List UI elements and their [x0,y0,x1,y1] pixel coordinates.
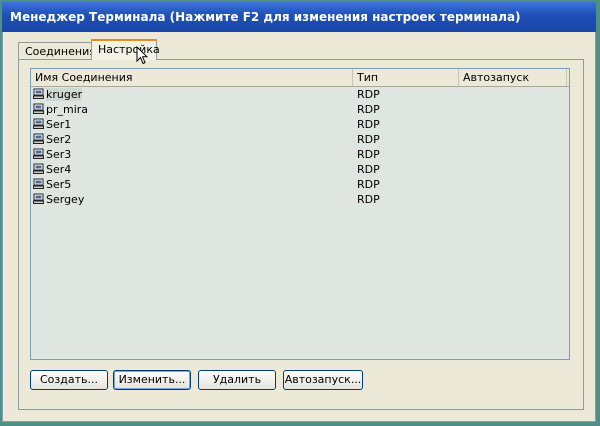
connection-name: kruger [46,88,83,101]
connection-type: RDP [357,88,380,101]
connection-type: RDP [357,118,380,131]
connection-type: RDP [357,163,380,176]
connection-list[interactable]: Имя Соединения Тип Автозапуск kruger RDP… [30,68,570,360]
cursor-icon [136,46,148,65]
connection-name: Sergey [46,193,85,206]
computer-icon [33,88,44,99]
connection-type: RDP [357,133,380,146]
connection-type: RDP [357,193,380,206]
list-item[interactable]: Ser1 RDP [31,117,569,132]
column-header-autostart[interactable]: Автозапуск [459,69,567,86]
connection-name: Ser5 [46,178,72,191]
connection-name: Ser4 [46,163,72,176]
computer-icon [33,118,44,129]
tab-connections[interactable]: Соединения [18,42,96,59]
create-button[interactable]: Создать... [30,370,108,390]
computer-icon [33,163,44,174]
connection-name: pr_mira [46,103,89,116]
list-item[interactable]: Ser3 RDP [31,147,569,162]
computer-icon [33,148,44,159]
list-header: Имя Соединения Тип Автозапуск [31,69,569,87]
connection-name: Ser2 [46,133,72,146]
computer-icon [33,193,44,204]
column-header-name[interactable]: Имя Соединения [31,69,353,86]
autostart-button[interactable]: Автозапуск... [283,370,363,390]
connection-name: Ser3 [46,148,72,161]
connection-type: RDP [357,148,380,161]
connection-type: RDP [357,103,380,116]
connection-name: Ser1 [46,118,72,131]
computer-icon [33,133,44,144]
computer-icon [33,103,44,114]
connection-type: RDP [357,178,380,191]
list-item[interactable]: kruger RDP [31,87,569,102]
list-item[interactable]: pr_mira RDP [31,102,569,117]
list-item[interactable]: Ser5 RDP [31,177,569,192]
delete-button[interactable]: Удалить [198,370,276,390]
list-item[interactable]: Ser2 RDP [31,132,569,147]
list-item[interactable]: Sergey RDP [31,192,569,207]
list-item[interactable]: Ser4 RDP [31,162,569,177]
edit-button[interactable]: Изменить... [113,370,191,390]
column-header-type[interactable]: Тип [353,69,459,86]
computer-icon [33,178,44,189]
list-rows: kruger RDP pr_mira RDP Ser1 RDP Ser2 RDP… [31,87,569,207]
window-title: Менеджер Терминала (Нажмите F2 для измен… [2,2,596,32]
